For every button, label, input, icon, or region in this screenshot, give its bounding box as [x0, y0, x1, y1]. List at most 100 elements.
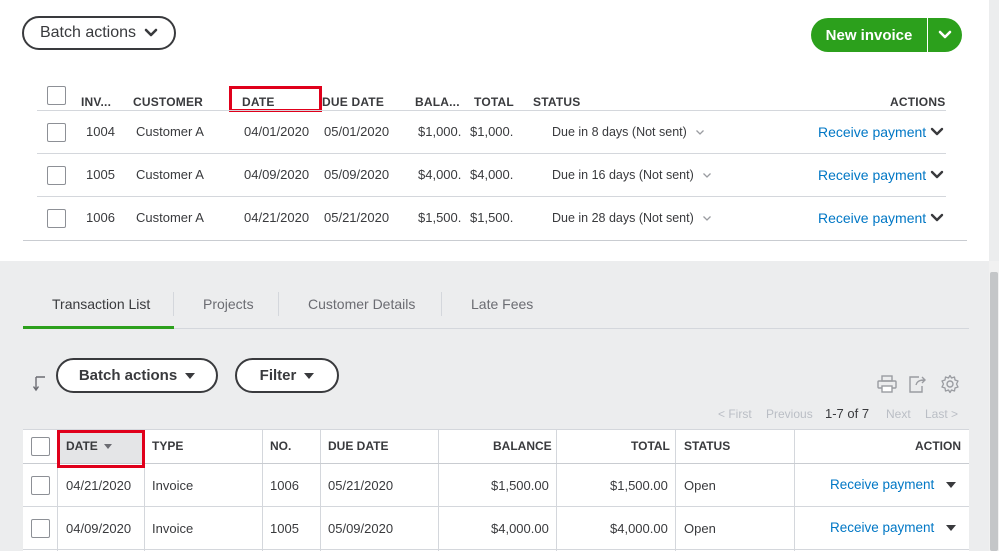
due-date: 05/21/2020: [324, 210, 390, 225]
col-header-total[interactable]: TOTAL: [631, 439, 670, 453]
status-chevron-icon[interactable]: [702, 215, 712, 222]
pager-previous[interactable]: Previous: [766, 407, 813, 421]
invoice-date: 04/09/2020: [244, 167, 310, 182]
column-divider: [262, 430, 263, 551]
invoice-date: 04/01/2020: [244, 124, 310, 139]
status-text: Due in 8 days (Not sent): [552, 125, 687, 139]
row-checkbox[interactable]: [31, 476, 50, 495]
col-header-type[interactable]: TYPE: [152, 439, 183, 453]
column-divider: [794, 430, 795, 551]
chevron-down-icon[interactable]: [930, 170, 944, 180]
col-header-due-date[interactable]: DUE DATE: [322, 95, 384, 109]
balance: $4,000.00: [491, 521, 549, 536]
column-divider: [438, 430, 439, 551]
receive-payment-link[interactable]: Receive payment: [830, 520, 934, 535]
tab-transaction-list[interactable]: Transaction List: [52, 296, 150, 312]
tab-late-fees[interactable]: Late Fees: [471, 296, 533, 312]
batch-actions-label: Batch actions: [39, 24, 137, 41]
transaction-number: 1006: [270, 478, 299, 493]
pager-last[interactable]: Last >: [925, 407, 958, 421]
transaction-date: 04/21/2020: [66, 478, 132, 493]
row-checkbox[interactable]: [47, 209, 66, 228]
status-chevron-icon[interactable]: [702, 172, 712, 179]
balance: $4,000.: [418, 167, 462, 182]
row-divider: [37, 153, 946, 154]
col-header-total[interactable]: TOTAL: [474, 95, 514, 109]
balance: $1,500.00: [491, 478, 549, 493]
batch-actions-button[interactable]: Batch actions: [56, 358, 218, 393]
status-text: Due in 28 days (Not sent): [552, 211, 694, 225]
col-header-due-date[interactable]: DUE DATE: [328, 439, 388, 453]
status-chevron-icon[interactable]: [695, 129, 705, 136]
tab-projects[interactable]: Projects: [203, 296, 254, 312]
print-icon[interactable]: [877, 375, 897, 393]
header-divider: [37, 110, 946, 111]
column-divider: [57, 430, 58, 551]
tab-customer-details[interactable]: Customer Details: [308, 296, 415, 312]
row-checkbox[interactable]: [47, 123, 66, 142]
due-date: 05/21/2020: [328, 478, 394, 493]
batch-actions-button[interactable]: Batch actions: [22, 16, 176, 50]
chevron-down-icon[interactable]: [930, 127, 944, 137]
col-header-date[interactable]: DATE: [242, 95, 275, 109]
new-invoice-button[interactable]: New invoice: [811, 18, 927, 52]
pager-next[interactable]: Next: [886, 407, 911, 421]
chevron-down-icon[interactable]: [930, 213, 944, 223]
col-header-balance[interactable]: BALA...: [415, 95, 460, 109]
receive-payment-link[interactable]: Receive payment: [818, 210, 926, 226]
invoice-date: 04/21/2020: [244, 210, 310, 225]
transaction-type: Invoice: [152, 521, 194, 536]
col-header-customer[interactable]: CUSTOMER: [133, 95, 203, 109]
header-divider: [23, 463, 969, 464]
pager-first[interactable]: < First: [718, 407, 752, 421]
col-header-date[interactable]: DATE: [66, 439, 113, 453]
caret-down-icon: [304, 372, 315, 379]
caret-down-icon[interactable]: [946, 525, 956, 531]
balance: $1,500.: [418, 210, 462, 225]
total: $4,000.00: [610, 521, 668, 536]
row-checkbox[interactable]: [31, 519, 50, 538]
select-all-checkbox[interactable]: [31, 437, 50, 456]
chevron-down-icon: [144, 28, 158, 37]
col-header-status[interactable]: STATUS: [684, 439, 730, 453]
transaction-type: Invoice: [152, 478, 194, 493]
column-divider: [675, 430, 676, 551]
tab-separator: [278, 292, 279, 316]
col-header-balance[interactable]: BALANCE: [493, 439, 552, 453]
invoice-number: 1006: [86, 210, 115, 225]
status-text: Due in 16 days (Not sent): [552, 168, 694, 182]
table-top-border: [23, 429, 969, 430]
transaction-number: 1005: [270, 521, 299, 536]
column-divider: [556, 430, 557, 551]
col-header-action: ACTION: [915, 439, 961, 453]
total: $4,000.: [470, 167, 514, 182]
receive-payment-link[interactable]: Receive payment: [830, 477, 934, 492]
row-divider: [23, 549, 969, 550]
gear-icon[interactable]: [940, 374, 960, 394]
chevron-down-icon: [938, 30, 952, 39]
status-text: Open: [684, 521, 716, 536]
collapse-arrow-icon[interactable]: [33, 374, 49, 394]
table-bottom-border: [23, 240, 967, 241]
col-header-status[interactable]: STATUS: [533, 95, 580, 109]
row-checkbox[interactable]: [47, 166, 66, 185]
receive-payment-link[interactable]: Receive payment: [818, 167, 926, 183]
invoice-number: 1004: [86, 124, 115, 139]
select-all-checkbox[interactable]: [47, 86, 66, 105]
total: $1,500.: [470, 210, 514, 225]
due-date: 05/09/2020: [328, 521, 394, 536]
col-header-inv[interactable]: INV...: [81, 95, 111, 109]
scrollbar-thumb[interactable]: [990, 272, 998, 551]
customer-name: Customer A: [136, 210, 204, 225]
export-icon[interactable]: [907, 374, 929, 394]
new-invoice-split-button: New invoice: [811, 18, 962, 52]
due-date: 05/09/2020: [324, 167, 390, 182]
column-divider: [320, 430, 321, 551]
col-header-no[interactable]: NO.: [270, 439, 291, 453]
sort-desc-icon: [104, 443, 113, 449]
new-invoice-dropdown-button[interactable]: [928, 18, 962, 52]
caret-down-icon[interactable]: [946, 482, 956, 488]
filter-button[interactable]: Filter: [235, 358, 339, 393]
receive-payment-link[interactable]: Receive payment: [818, 124, 926, 140]
pager-count: 1-7 of 7: [825, 406, 870, 421]
